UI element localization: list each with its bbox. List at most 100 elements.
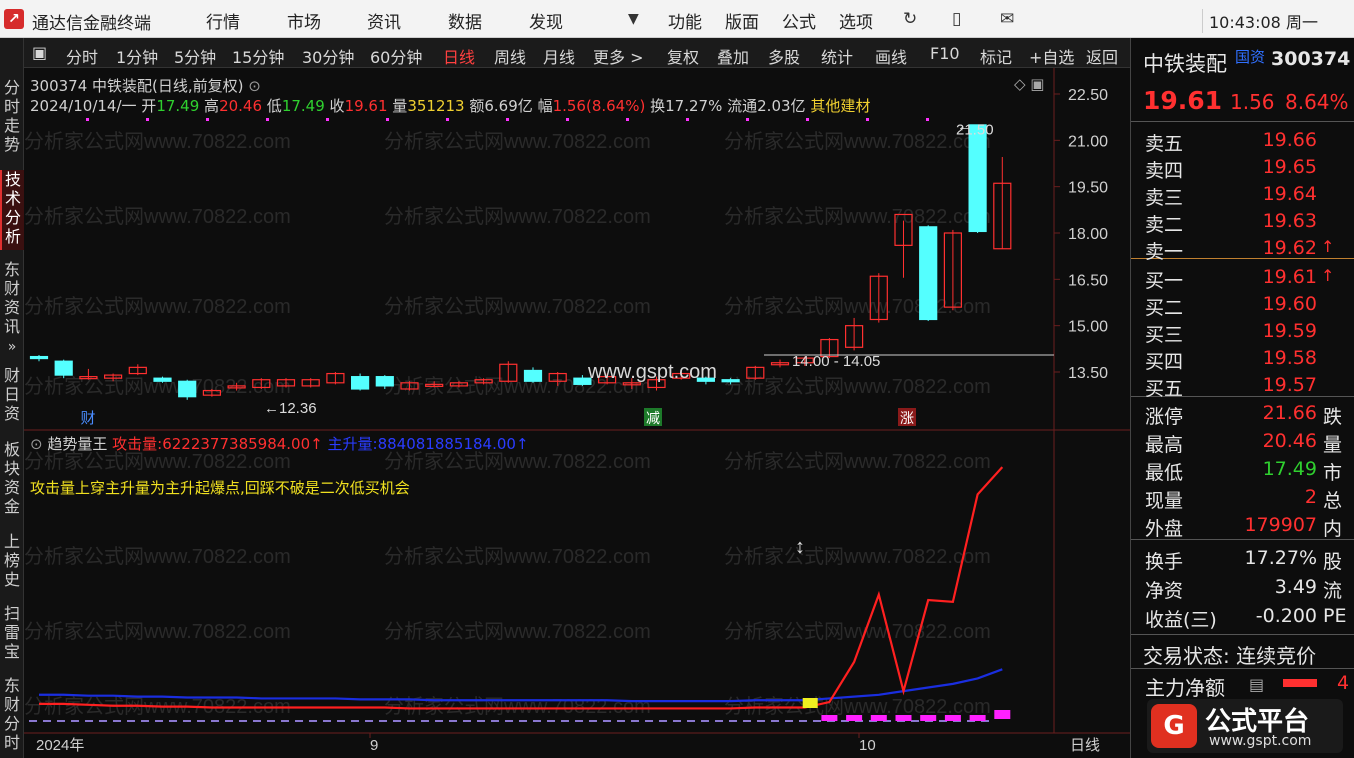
menu-layout[interactable]: 版面 [725, 8, 759, 33]
event-label: 财 [80, 410, 95, 427]
menu-formula[interactable]: 公式 [782, 8, 816, 33]
tab-technical[interactable]: 技术分析 [0, 170, 24, 250]
stat-label: 现量 [1145, 490, 1184, 512]
stat-value: 20.46 [1262, 430, 1317, 452]
period-toolbar: ▣ 分时 1分钟 5分钟 15分钟 30分钟 60分钟 日线 周线 月线 更多 … [24, 38, 1130, 68]
tab-sector-funds[interactable]: 板块资金 [0, 440, 24, 520]
menu-bar: ↗ 通达信金融终端 行情 市场 资讯 数据 发现 ▼ 功能 版面 公式 选项 ↻… [0, 0, 1354, 38]
main-flow-value: 4 [1337, 672, 1350, 694]
period-item[interactable]: 1分钟 [116, 44, 158, 68]
dropdown-icon[interactable]: ⊙ [248, 77, 261, 95]
multi-stock-button[interactable]: 多股 [768, 44, 800, 68]
toggle-icon[interactable]: ▣ [32, 43, 47, 62]
quote-row-value: 19.58 [1262, 347, 1317, 369]
event-label: 减 [646, 410, 660, 426]
period-item[interactable]: 15分钟 [232, 44, 284, 68]
quote-row: 卖一 19.62 ↑ [1131, 235, 1354, 263]
indicator-menu-icon[interactable]: ⊙ [30, 435, 43, 453]
app-logo-icon: ↗ [4, 9, 24, 29]
signal-dot [866, 118, 869, 121]
signal-bar [846, 715, 863, 721]
watermark-text: 分析家公式网www.70822.com [24, 620, 291, 643]
back-button[interactable]: 返回 [1086, 44, 1118, 68]
period-item[interactable]: 周线 [494, 44, 526, 68]
menu-quotes[interactable]: 行情 [206, 8, 240, 33]
menu-data[interactable]: 数据 [448, 8, 482, 33]
dropdown-arrow-icon[interactable]: ▼ [628, 11, 639, 27]
menu-function[interactable]: 功能 [668, 8, 702, 33]
quote-row-label: 卖五 [1145, 133, 1184, 155]
signal-dot [206, 118, 209, 121]
trade-status: 交易状态: 连续竞价 [1143, 644, 1317, 668]
tab-east-intraday[interactable]: 东财分时 [0, 676, 24, 756]
watermark-text: 分析家公式网www.70822.com [724, 130, 991, 153]
candle-body [968, 124, 987, 233]
tab-finance[interactable]: 财日资 [0, 366, 24, 426]
app-window: ↗ 通达信金融终端 行情 市场 资讯 数据 发现 ▼ 功能 版面 公式 选项 ↻… [0, 0, 1354, 758]
overlay-button[interactable]: 叠加 [717, 44, 749, 68]
watermark-text: 分析家公式网www.70822.com [724, 620, 991, 643]
candle-body [721, 379, 740, 383]
quote-row-value: 19.60 [1262, 293, 1317, 315]
stat-label-2: 量 [1323, 434, 1343, 456]
quote-row: 卖二 19.63 [1131, 208, 1354, 236]
quote-row-value: 19.63 [1262, 210, 1317, 232]
up-arrow-icon: ↑ [1321, 237, 1335, 256]
kline-svg[interactable]: 分析家公式网www.70822.com 分析家公式网www.70822.com 分析… [24, 68, 1130, 758]
float-label: 流通 [727, 97, 758, 115]
quote-row-label: 卖三 [1145, 187, 1184, 209]
chart-area[interactable]: 分析家公式网www.70822.com 分析家公式网www.70822.com 分析… [24, 68, 1130, 758]
signal-dot [266, 118, 269, 121]
mark-button[interactable]: 标记 [980, 44, 1012, 68]
tab-billboard[interactable]: 上榜史 [0, 532, 24, 592]
period-item[interactable]: 30分钟 [302, 44, 354, 68]
period-item[interactable]: 月线 [543, 44, 575, 68]
price-change-pct: 8.64% [1285, 90, 1349, 114]
phone-icon[interactable]: ▯ [952, 9, 961, 29]
change-value: 1.56(8.64%) [552, 97, 646, 115]
quote-row: 买三 19.59 [1131, 318, 1354, 346]
tab-east-news[interactable]: 东财资讯 [0, 260, 24, 338]
panel-controls-icon[interactable]: ◇ ▣ [1014, 75, 1044, 93]
stat-label: 涨停 [1145, 406, 1184, 428]
list-icon[interactable]: ▤ [1249, 675, 1264, 694]
y-tick-label: 18.00 [1068, 226, 1108, 243]
menu-news[interactable]: 资讯 [367, 8, 401, 33]
up-arrow-icon: ↑ [1321, 266, 1335, 285]
menu-options[interactable]: 选项 [839, 8, 873, 33]
period-item[interactable]: 60分钟 [370, 44, 422, 68]
quote-row-value: 19.64 [1262, 183, 1317, 205]
draw-button[interactable]: 画线 [875, 44, 907, 68]
tab-intraday[interactable]: 分时走势 [0, 78, 24, 156]
divider [1131, 668, 1354, 669]
turnover-label: 换 [650, 97, 666, 115]
adjust-button[interactable]: 复权 [667, 44, 699, 68]
y-tick-label: 15.00 [1068, 319, 1108, 336]
tab-minesweeper[interactable]: 扫雷宝 [0, 604, 24, 664]
f10-button[interactable]: F10 [930, 44, 960, 63]
add-watchlist-button[interactable]: +自选 [1029, 44, 1074, 68]
attack-label: 攻击量: [112, 435, 163, 453]
quote-row: 卖五 19.66 [1131, 127, 1354, 155]
mail-icon[interactable]: ✉ [1000, 9, 1014, 29]
menu-market[interactable]: 市场 [287, 8, 321, 33]
period-item[interactable]: 5分钟 [174, 44, 216, 68]
refresh-icon[interactable]: ↻ [903, 9, 917, 29]
stat-row: 最高 20.46 量 [1131, 428, 1354, 456]
watermark-text: 分析家公式网www.70822.com [384, 130, 651, 153]
main-label: 主升量: [327, 435, 378, 453]
stat-row: 收益(三) -0.200 PE [1131, 603, 1354, 631]
stat-value: 179907 [1244, 514, 1317, 536]
collapse-icon[interactable]: » [0, 338, 24, 358]
period-item[interactable]: 分时 [66, 44, 98, 68]
watermark-text: 分析家公式网www.70822.com [24, 295, 291, 318]
watermark-text: 分析家公式网www.70822.com [724, 205, 991, 228]
more-menu[interactable]: 更多 > [593, 44, 644, 68]
volume-value: 351213 [407, 97, 465, 115]
signal-dot [566, 118, 569, 121]
period-item-active[interactable]: 日线 [443, 44, 475, 68]
stat-label-2: 股 [1323, 551, 1343, 573]
stats-button[interactable]: 统计 [821, 44, 853, 68]
stat-label-2: 总 [1323, 490, 1343, 512]
menu-discover[interactable]: 发现 [529, 8, 563, 33]
